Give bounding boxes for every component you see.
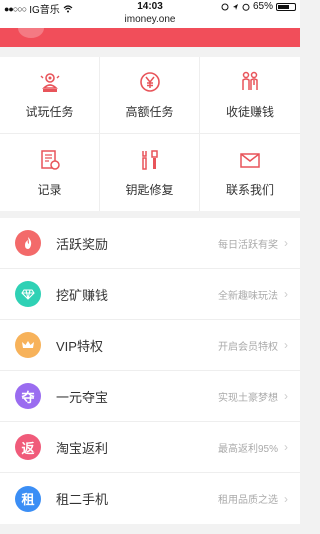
url-bar[interactable]: imoney.one — [0, 14, 300, 28]
list-item-title: VIP特权 — [56, 338, 103, 354]
list-item-title: 租二手机 — [56, 492, 109, 507]
list-item-mining[interactable]: 挖矿赚钱 全新趣味玩法 › — [0, 269, 300, 320]
grid-item-label: 记录 — [37, 182, 62, 197]
grid-item-contact[interactable]: 联系我们 — [200, 134, 300, 211]
list-item-subtitle: 全新趣味玩法 — [218, 290, 278, 302]
list-item-subtitle: 最高返利95% — [217, 443, 278, 455]
alarm-icon — [242, 3, 250, 11]
grid-item-label: 收徒赚钱 — [225, 105, 274, 119]
list-item-active-reward[interactable]: 活跃奖励 每日活跃有奖 › — [0, 218, 300, 269]
location-icon — [232, 3, 238, 10]
tools-icon — [141, 149, 158, 170]
feature-grid: 试玩任务 高额任务 收徒赚钱 记录 钥匙修复 联系我们 — [0, 57, 300, 211]
feature-list: 活跃奖励 每日活跃有奖 › 挖矿赚钱 全新趣味玩法 › VIP特权 开启会员特权… — [0, 218, 300, 524]
list-item-title: 挖矿赚钱 — [56, 287, 109, 303]
grid-item-label: 高额任务 — [125, 105, 174, 119]
grid-item-high-tasks[interactable]: 高额任务 — [100, 57, 200, 134]
grid-item-trial-tasks[interactable]: 试玩任务 — [0, 57, 100, 134]
list-item-taobao-rebate[interactable]: 返 淘宝返利 最高返利95% › — [0, 422, 300, 473]
chevron-right-icon: › — [284, 389, 288, 403]
status-bar: ●●○○○ IG音乐 14:03 65% — [0, 0, 300, 16]
chevron-right-icon: › — [284, 236, 288, 250]
yen-coin-icon — [139, 72, 160, 92]
chevron-right-icon: › — [284, 338, 288, 352]
grid-item-recruit[interactable]: 收徒赚钱 — [200, 57, 300, 134]
battery-percent: 65% — [252, 1, 273, 12]
battery-icon — [276, 2, 296, 11]
list-item-rent-phone[interactable]: 租 租二手机 租用品质之选 › — [0, 473, 300, 524]
avatar[interactable] — [18, 18, 44, 38]
diamond-icon — [15, 281, 41, 307]
mail-icon — [240, 152, 260, 168]
grid-item-records[interactable]: 记录 — [0, 134, 100, 211]
list-item-subtitle: 每日活跃有奖 — [218, 239, 278, 251]
document-icon — [40, 149, 60, 170]
treasure-icon: 夺 — [15, 383, 41, 409]
list-item-vip[interactable]: VIP特权 开启会员特权 › — [0, 320, 300, 371]
list-item-title: 一元夺宝 — [56, 389, 109, 405]
speaker-person-icon — [40, 73, 59, 92]
list-item-subtitle: 开启会员特权 — [218, 341, 278, 353]
chevron-right-icon: › — [284, 491, 288, 506]
flame-icon — [15, 230, 41, 256]
list-item-subtitle: 实现土豪梦想 — [218, 392, 278, 404]
list-item-subtitle: 租用品质之选 — [218, 495, 278, 506]
rent-icon: 租 — [15, 485, 41, 512]
chevron-right-icon: › — [284, 287, 288, 301]
list-item-one-yuan[interactable]: 夺 一元夺宝 实现土豪梦想 › — [0, 371, 300, 422]
grid-item-key-repair[interactable]: 钥匙修复 — [100, 134, 200, 211]
header-banner — [0, 18, 300, 47]
lock-rotation-icon — [221, 3, 229, 10]
grid-item-label: 联系我们 — [225, 182, 274, 197]
list-item-title: 淘宝返利 — [56, 440, 109, 456]
chevron-right-icon: › — [284, 440, 288, 454]
grid-item-label: 试玩任务 — [25, 105, 74, 119]
grid-item-label: 钥匙修复 — [125, 182, 174, 197]
people-icon — [242, 71, 258, 90]
list-item-title: 活跃奖励 — [56, 236, 109, 252]
rebate-icon: 返 — [15, 434, 41, 460]
crown-icon — [15, 332, 41, 358]
